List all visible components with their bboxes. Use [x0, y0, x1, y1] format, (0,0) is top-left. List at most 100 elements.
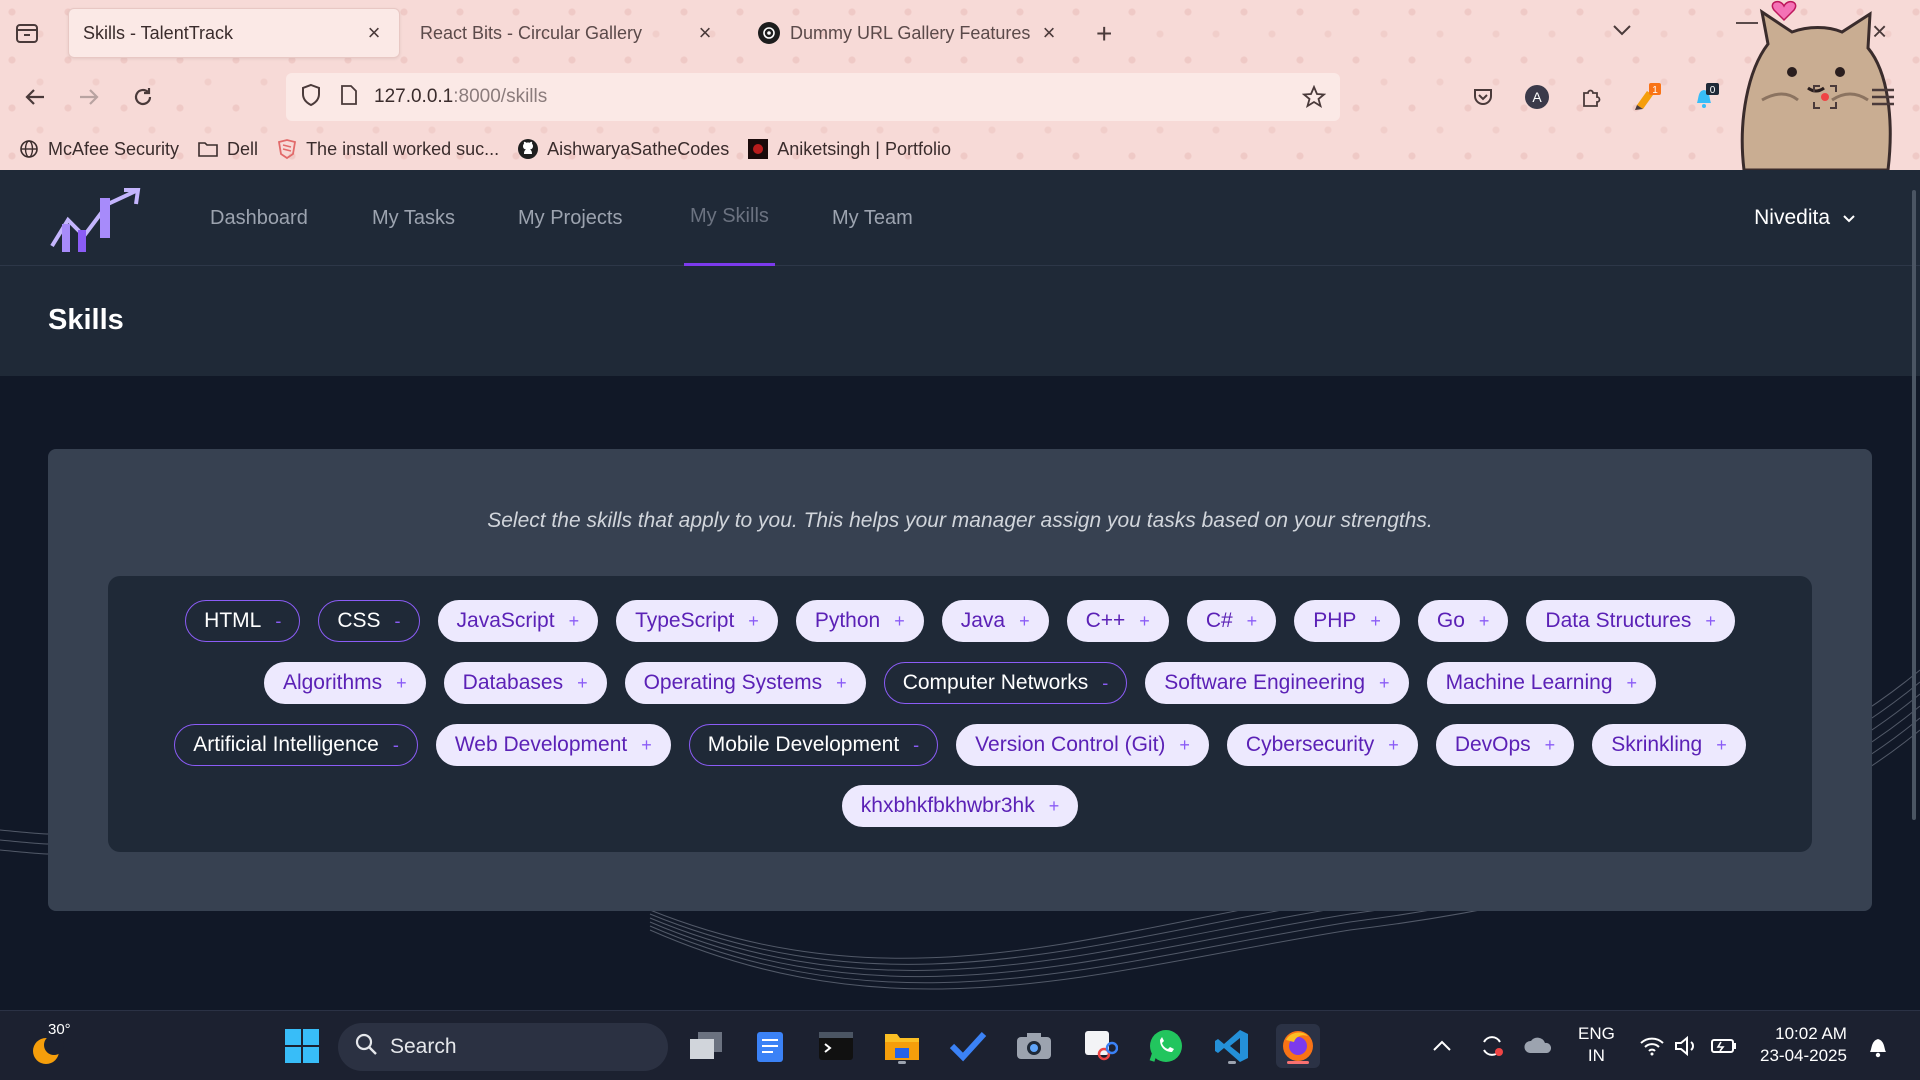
skill-chip[interactable]: C++ +: [1066, 600, 1169, 642]
talenttrack-logo[interactable]: [48, 184, 144, 256]
skill-chip[interactable]: C# +: [1186, 600, 1277, 642]
folder-icon: [197, 138, 219, 160]
skill-chip[interactable]: JavaScript +: [437, 600, 599, 642]
skill-chip[interactable]: Go +: [1417, 600, 1509, 642]
skill-label: Skrinkling: [1611, 733, 1703, 756]
skill-chip[interactable]: Databases +: [443, 662, 607, 704]
sync-icon[interactable]: [1470, 1024, 1514, 1068]
taskbar-search[interactable]: Search: [338, 1023, 668, 1071]
tab-dummy-url-gallery[interactable]: Dummy URL Gallery Features ×: [744, 8, 1074, 58]
chevron-down-icon[interactable]: [1612, 20, 1632, 43]
chevron-up-icon[interactable]: [1420, 1024, 1464, 1068]
account-a-icon[interactable]: A: [1522, 82, 1552, 112]
camera-icon[interactable]: [1012, 1024, 1056, 1068]
firefox-icon[interactable]: [1276, 1024, 1320, 1068]
github-icon: [517, 138, 539, 160]
skill-chip[interactable]: Version Control (Git) +: [956, 724, 1209, 766]
nav-my-projects[interactable]: My Projects: [518, 170, 622, 266]
notepad-icon[interactable]: [748, 1024, 792, 1068]
skill-chip[interactable]: khxbhkfbkhwbr3hk +: [841, 785, 1079, 827]
tab-skills-talenttrack[interactable]: Skills - TalentTrack ×: [68, 8, 400, 58]
skill-chip[interactable]: TypeScript +: [616, 600, 778, 642]
nav-dashboard[interactable]: Dashboard: [210, 170, 308, 266]
nav-my-tasks[interactable]: My Tasks: [372, 170, 455, 266]
add-icon: +: [1370, 610, 1381, 631]
bookmark-django-install[interactable]: The install worked suc...: [276, 138, 499, 160]
language-indicator[interactable]: ENG IN: [1578, 1023, 1615, 1067]
skill-chip[interactable]: Machine Learning +: [1426, 662, 1657, 704]
skill-chip[interactable]: Cybersecurity +: [1226, 724, 1418, 766]
skill-label: Databases: [462, 671, 564, 694]
menu-icon[interactable]: [1868, 82, 1898, 112]
skill-chip-selected[interactable]: Mobile Development -: [688, 724, 939, 766]
user-menu[interactable]: Nivedita: [1754, 170, 1856, 266]
skill-label: Software Engineering: [1164, 671, 1366, 694]
bookmark-dell[interactable]: Dell: [197, 138, 258, 160]
new-tab-icon[interactable]: +: [1096, 18, 1112, 50]
skill-chip[interactable]: Operating Systems +: [624, 662, 866, 704]
add-icon: +: [1544, 734, 1556, 755]
vscode-icon[interactable]: [1210, 1024, 1254, 1068]
screenshot-icon[interactable]: [1810, 82, 1840, 112]
skill-chip-selected[interactable]: Computer Networks -: [883, 662, 1128, 704]
add-icon: +: [836, 672, 847, 693]
system-clock[interactable]: 10:02 AM 23-04-2025: [1760, 1023, 1847, 1067]
tab-list-icon[interactable]: [14, 20, 40, 46]
notification-bell-icon[interactable]: [1856, 1024, 1900, 1068]
battery-icon[interactable]: [1702, 1024, 1746, 1068]
url-path: :8000/skills: [453, 86, 548, 107]
skill-chip[interactable]: Data Structures +: [1526, 600, 1735, 642]
file-explorer-icon[interactable]: [880, 1024, 924, 1068]
skill-chip[interactable]: PHP +: [1294, 600, 1400, 642]
skill-chip[interactable]: DevOps +: [1435, 724, 1575, 766]
tab-bar: Skills - TalentTrack × React Bits - Circ…: [0, 0, 1920, 66]
browser-chrome: Skills - TalentTrack × React Bits - Circ…: [0, 0, 1920, 172]
forward-icon[interactable]: [74, 82, 104, 112]
back-icon[interactable]: [20, 82, 50, 112]
add-icon: +: [1626, 672, 1638, 693]
skill-chip[interactable]: Web Development +: [435, 724, 671, 766]
nav-my-skills[interactable]: My Skills: [684, 170, 775, 266]
close-icon[interactable]: ×: [1038, 20, 1060, 45]
skill-chip-selected[interactable]: CSS -: [318, 600, 420, 642]
add-icon: +: [396, 672, 407, 693]
tab-react-bits[interactable]: React Bits - Circular Gallery ×: [406, 8, 730, 58]
task-view-icon[interactable]: [684, 1024, 728, 1068]
skill-chip[interactable]: Algorithms +: [263, 662, 426, 704]
highlighter-icon[interactable]: 1: [1632, 82, 1662, 112]
skill-chip-selected[interactable]: HTML -: [185, 600, 301, 642]
close-icon[interactable]: ×: [694, 20, 716, 45]
add-icon: +: [1716, 734, 1727, 755]
skill-chip[interactable]: Software Engineering +: [1145, 662, 1409, 704]
shield-icon[interactable]: [300, 83, 322, 112]
url-text: 127.0.0.1:8000/skills: [374, 86, 547, 108]
nav-my-team[interactable]: My Team: [832, 170, 913, 266]
bookmark-portfolio[interactable]: Aniketsingh | Portfolio: [747, 138, 951, 160]
todo-icon[interactable]: [946, 1024, 990, 1068]
page-icon: [340, 84, 358, 111]
terminal-icon[interactable]: [814, 1024, 858, 1068]
snipping-tool-icon[interactable]: [1078, 1024, 1122, 1068]
skill-chip[interactable]: Java +: [941, 600, 1049, 642]
address-bar[interactable]: 127.0.0.1:8000/skills: [286, 73, 1340, 121]
skill-label: Java: [960, 609, 1006, 632]
start-icon[interactable]: [280, 1024, 324, 1068]
whatsapp-icon[interactable]: [1144, 1024, 1188, 1068]
close-icon[interactable]: ×: [363, 20, 385, 45]
running-indicator: [898, 1061, 906, 1064]
bookmarks-bar: McAfee Security Dell The install worked …: [0, 128, 1920, 170]
onedrive-icon[interactable]: [1516, 1024, 1560, 1068]
notification-extension-icon[interactable]: 0: [1690, 82, 1720, 112]
bookmark-github[interactable]: AishwaryaSatheCodes: [517, 138, 729, 160]
extensions-icon[interactable]: [1576, 82, 1606, 112]
skill-chip-selected[interactable]: Artificial Intelligence -: [174, 724, 418, 766]
pocket-icon[interactable]: [1468, 82, 1498, 112]
page-scrollbar[interactable]: [1912, 190, 1916, 820]
bookmark-mcafee[interactable]: McAfee Security: [18, 138, 179, 160]
skill-chip[interactable]: Python +: [795, 600, 924, 642]
reload-icon[interactable]: [128, 82, 158, 112]
skill-chip[interactable]: Skrinkling +: [1592, 724, 1746, 766]
remove-icon: -: [1102, 672, 1109, 693]
skill-label: Algorithms: [282, 671, 383, 694]
bookmark-star-icon[interactable]: [1301, 84, 1327, 114]
